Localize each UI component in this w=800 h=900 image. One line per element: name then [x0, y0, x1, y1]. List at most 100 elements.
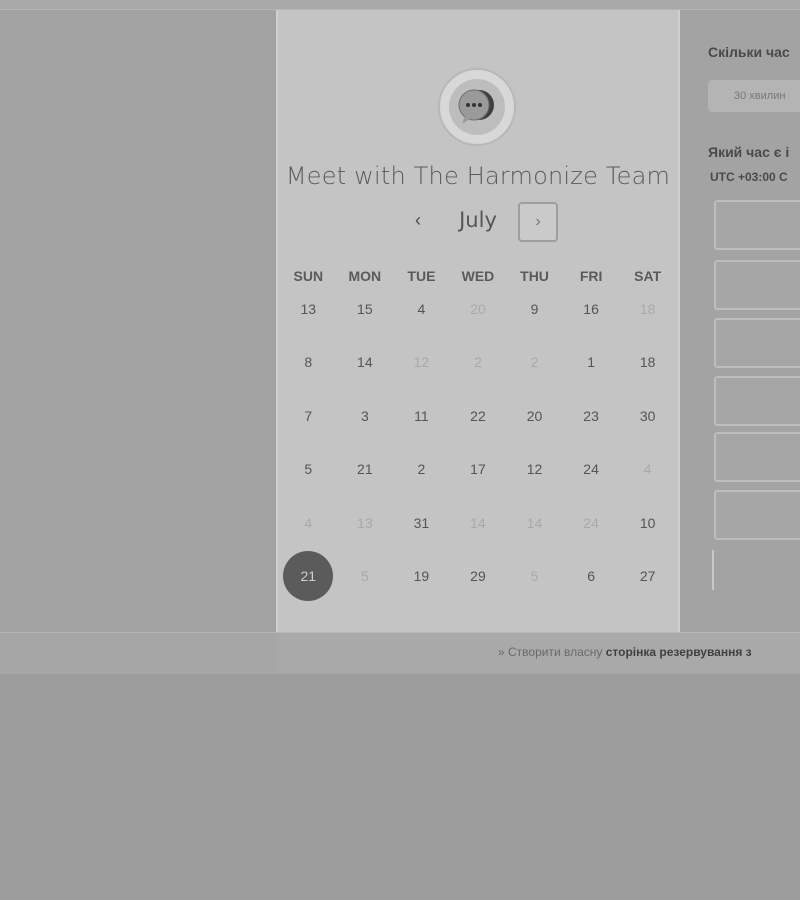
day-number: 5 [304, 461, 313, 478]
calendar-day[interactable]: 29 [450, 550, 507, 604]
day-number: 16 [583, 300, 599, 317]
calendar-day: 18 [619, 282, 676, 336]
calendar-day: 5 [337, 550, 394, 604]
calendar-day[interactable]: 24 [563, 443, 620, 497]
day-number: 24 [583, 514, 599, 531]
day-number: 2 [530, 354, 539, 371]
day-number: 9 [530, 300, 539, 317]
day-number: 3 [360, 407, 369, 424]
day-number: 8 [304, 354, 313, 371]
calendar-day: 5 [506, 550, 563, 604]
calendar-day[interactable]: 2 [393, 443, 450, 497]
day-number: 2 [474, 354, 482, 371]
calendar-day: 4 [619, 443, 676, 497]
left-backdrop-footer [0, 632, 276, 674]
day-number: 12 [413, 354, 430, 371]
calendar-day[interactable]: 20 [506, 389, 563, 443]
calendar-day[interactable]: 15 [337, 282, 394, 336]
day-number: 4 [417, 300, 426, 317]
calendar-day[interactable]: 13 [280, 282, 337, 336]
calendar-day[interactable]: 8 [280, 336, 337, 390]
calendar-day[interactable]: 4 [393, 282, 450, 336]
calendar-day[interactable]: 23 [563, 389, 620, 443]
calendar-day: 2 [506, 336, 563, 390]
calendar-day[interactable]: 22 [450, 389, 507, 443]
day-number: 6 [587, 568, 595, 585]
day-number: 22 [470, 407, 486, 424]
time-slot[interactable] [714, 490, 800, 540]
day-number: 27 [639, 568, 656, 585]
footer-link-prefix: » Створити власну [498, 645, 606, 659]
calendar-day[interactable]: 18 [619, 336, 676, 390]
day-number: 19 [413, 568, 430, 585]
day-number: 15 [357, 300, 373, 317]
create-booking-page-link[interactable]: » Створити власну сторінка резервування … [498, 645, 752, 659]
time-slot[interactable] [714, 376, 800, 426]
calendar-day[interactable]: 6 [563, 550, 620, 604]
calendar-day-selected[interactable]: 21 [280, 550, 337, 604]
time-slot[interactable] [714, 318, 800, 368]
day-number: 14 [470, 514, 486, 531]
calendar-day[interactable]: 19 [393, 550, 450, 604]
calendar-day[interactable]: 1 [563, 336, 620, 390]
day-number: 4 [304, 514, 313, 531]
calendar-day: 13 [337, 496, 394, 550]
calendar-day[interactable]: 27 [619, 550, 676, 604]
slot-list-edge [712, 550, 714, 590]
day-number: 14 [357, 354, 373, 371]
calendar-grid: 13 15 4 20 9 16 18 8 14 12 2 2 1 18 7 3 11 22 20 23 30 5 21 2 17… [280, 282, 676, 603]
day-number: 30 [639, 407, 656, 424]
day-number: 18 [639, 300, 656, 317]
calendar-day: 20 [450, 282, 507, 336]
calendar-day[interactable]: 11 [393, 389, 450, 443]
calendar-day[interactable]: 5 [280, 443, 337, 497]
month-label: July [459, 208, 497, 232]
day-number: 13 [300, 300, 317, 317]
chat-bubble-icon [458, 89, 494, 124]
avatar [438, 68, 516, 146]
day-number: 24 [583, 461, 599, 478]
calendar-day: 14 [450, 496, 507, 550]
calendar-day[interactable]: 10 [619, 496, 676, 550]
calendar-day[interactable]: 30 [619, 389, 676, 443]
calendar-day[interactable]: 3 [337, 389, 394, 443]
month-navigation: ‹ July › [278, 200, 678, 244]
day-number: 20 [470, 300, 486, 317]
time-selection-pane: Скільки час 30 хвилин Який час є і UTC +… [680, 10, 800, 632]
calendar-day: 12 [393, 336, 450, 390]
day-number: 7 [304, 407, 313, 424]
day-number: 4 [643, 461, 652, 478]
time-slot[interactable] [714, 200, 800, 250]
calendar-day[interactable]: 12 [506, 443, 563, 497]
previous-month-button[interactable]: ‹ [406, 208, 430, 232]
day-number: 14 [526, 514, 543, 531]
next-month-button[interactable]: › [518, 202, 558, 242]
calendar-day[interactable]: 21 [337, 443, 394, 497]
time-heading: Який час є і [708, 144, 790, 160]
calendar-day: 2 [450, 336, 507, 390]
calendar-day[interactable]: 7 [280, 389, 337, 443]
footer-bar: » Створити власну сторінка резервування … [276, 632, 800, 674]
calendar-day[interactable]: 9 [506, 282, 563, 336]
calendar-day[interactable]: 31 [393, 496, 450, 550]
day-number: 29 [470, 568, 486, 585]
calendar-day[interactable]: 17 [450, 443, 507, 497]
day-number: 1 [587, 354, 595, 371]
page-title: Meet with The Harmonize Team [285, 162, 671, 190]
day-number: 21 [357, 461, 373, 478]
duration-heading: Скільки час [708, 44, 790, 60]
top-strip [0, 0, 800, 10]
duration-option[interactable]: 30 хвилин [708, 80, 800, 112]
day-number: 18 [639, 354, 656, 371]
day-number: 2 [417, 461, 426, 478]
day-number: 5 [530, 568, 539, 585]
calendar-day[interactable]: 16 [563, 282, 620, 336]
time-slot[interactable] [714, 260, 800, 310]
footer-link-bold: сторінка резервування з [605, 645, 752, 659]
calendar-day[interactable]: 14 [337, 336, 394, 390]
calendar-day: 14 [506, 496, 563, 550]
calendar-day: 24 [563, 496, 620, 550]
time-slot[interactable] [714, 432, 800, 482]
calendar-day: 4 [280, 496, 337, 550]
timezone-selector[interactable]: UTC +03:00 C [710, 170, 788, 184]
